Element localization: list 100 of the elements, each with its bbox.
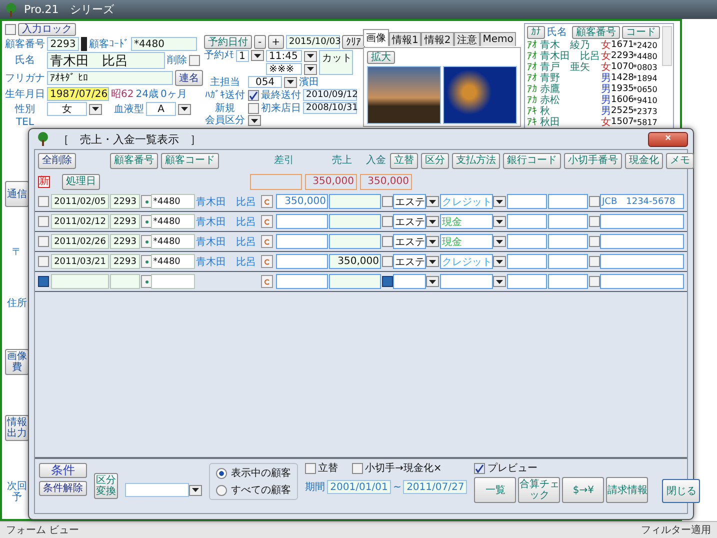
sales-cell[interactable] [276,254,328,269]
category-select[interactable]: エステ [393,194,426,209]
clear-condition-button[interactable]: 条件解除 [39,481,87,496]
customer-name[interactable]: 赤鷹 [540,84,601,95]
row-checkbox[interactable] [38,216,49,227]
scope-radio[interactable] [216,484,227,496]
memo-cell[interactable]: JCB 1234-5678 [600,194,684,209]
bank-code-cell[interactable] [507,254,547,269]
new-checkbox[interactable] [248,102,259,114]
memo-cell[interactable] [600,254,684,269]
customer-name[interactable]: 青木田 比呂 [540,51,601,62]
process-date-button[interactable]: 処理日 [62,174,100,190]
customer-code-cell[interactable]: *4480 [151,234,195,249]
scope-radio[interactable] [216,468,227,478]
dropdown-button[interactable] [426,276,439,287]
sales-cell[interactable]: 350,000 [276,194,328,209]
memo-no-select[interactable]: 1 [236,50,249,62]
zoom-button[interactable]: 拡大 [367,51,395,64]
period-to-field[interactable]: 2011/07/27 [403,480,468,494]
check-cashed-checkbox[interactable] [352,463,363,474]
check-no-cell[interactable] [548,254,588,269]
sales-cell[interactable] [276,234,328,249]
joint-name-button[interactable]: 連名 [175,70,203,86]
dropdown-button[interactable] [426,236,439,247]
payment-method-button[interactable]: 支払方法 [452,152,500,168]
dropdown-button[interactable] [304,50,317,62]
bank-code-cell[interactable] [507,214,547,229]
advance-checkbox[interactable] [382,236,393,247]
preview-checkbox[interactable] [474,463,486,474]
customer-no-cell[interactable]: 2293 [110,254,140,269]
first-visit-field[interactable]: 2008/10/31 [303,102,357,114]
customer-name[interactable]: 秋 [540,106,601,117]
customer-no-cell[interactable]: 2293 [110,214,140,229]
date-cell[interactable]: 2011/02/12 [51,214,109,229]
payment-cell[interactable] [329,194,381,209]
payment-cell[interactable] [329,234,381,249]
cashed-checkbox[interactable] [589,256,600,267]
customer-no-cell[interactable]: 2293 [110,234,140,249]
sales-cell[interactable] [276,274,328,289]
category-button[interactable]: 区分 [421,152,449,168]
customer-code-button[interactable]: 顧客コード [161,152,219,168]
convert-category-button[interactable]: 区分変換 [94,473,118,499]
furigana-field[interactable]: ｱｵｷﾀﾞ ﾋﾛ [47,71,173,85]
date-cell[interactable]: 2011/02/05 [51,194,109,209]
condition-button[interactable]: 条件 [39,463,87,478]
memo-cell[interactable] [600,234,684,249]
payment-cell[interactable]: 350,000 [329,254,381,269]
customer-no-button[interactable]: 顧客番号 [110,152,158,168]
minus-button[interactable]: - [254,35,266,49]
customer-name[interactable]: 秋田 [540,117,601,128]
blood-type-select[interactable]: A [146,102,176,116]
birth-date-field[interactable]: 1987/07/26 [47,87,109,101]
memo-button[interactable]: メモ [666,152,694,168]
calculator-button[interactable] [261,215,273,228]
last-sent-field[interactable]: 2010/09/12 [303,89,357,101]
input-lock-button[interactable]: 入力ロック [18,23,76,36]
reservation-date-field[interactable]: 2015/10/03 [286,35,340,49]
dropdown-button[interactable] [304,64,317,74]
check-no-cell[interactable] [548,214,588,229]
row-checkbox[interactable] [38,256,49,267]
action-button[interactable]: 請求情報 [606,477,648,503]
date-cell[interactable] [51,274,109,289]
calculator-button[interactable] [261,255,273,268]
reservation-date-button[interactable]: 予約日付 [204,35,252,49]
bank-code-button[interactable]: 銀行コード [503,152,561,168]
cashed-checkbox[interactable] [589,216,600,227]
check-no-button[interactable]: 小切手番号 [564,152,622,168]
side-button[interactable]: 画像費 [5,349,29,375]
advance-button[interactable]: 立替 [390,152,418,168]
customer-code-cell[interactable] [151,274,195,289]
bank-code-cell[interactable] [507,234,547,249]
calculator-button[interactable] [261,195,273,208]
payment-cell[interactable] [329,274,381,289]
check-no-cell[interactable] [548,194,588,209]
dropdown-button[interactable] [493,196,506,207]
tab[interactable]: 注意 [454,32,480,46]
action-button[interactable]: 合算チェック [518,477,560,503]
dropdown-button[interactable] [284,76,297,88]
row-checkbox[interactable] [38,236,49,247]
check-no-cell[interactable] [548,234,588,249]
customer-no-field[interactable]: 2293 [47,37,79,51]
scrollbar[interactable] [662,26,672,66]
action-button[interactable]: $→¥ [562,477,604,503]
customer-code-cell[interactable]: *4480 [151,214,195,229]
sales-cell[interactable] [276,214,328,229]
cashed-checkbox[interactable] [589,196,600,207]
code-sort-button[interactable]: コード [622,26,660,39]
dropdown-button[interactable] [493,256,506,267]
customer-no-cell[interactable] [110,274,140,289]
dropdown-button[interactable] [189,484,202,496]
cashed-checkbox[interactable] [589,236,600,247]
bank-code-cell[interactable] [507,274,547,289]
category-select[interactable]: エステ [393,214,426,229]
tab[interactable]: Memo [480,32,516,46]
customer-name[interactable]: 青野 [540,73,601,84]
period-from-field[interactable]: 2001/01/01 [327,480,391,494]
customer-name[interactable]: 青戸 亜矢 [540,62,601,73]
memo-cell[interactable] [600,274,684,289]
gender-select[interactable]: 女 [47,102,87,116]
delete-all-button[interactable]: 全削除 [38,152,76,168]
